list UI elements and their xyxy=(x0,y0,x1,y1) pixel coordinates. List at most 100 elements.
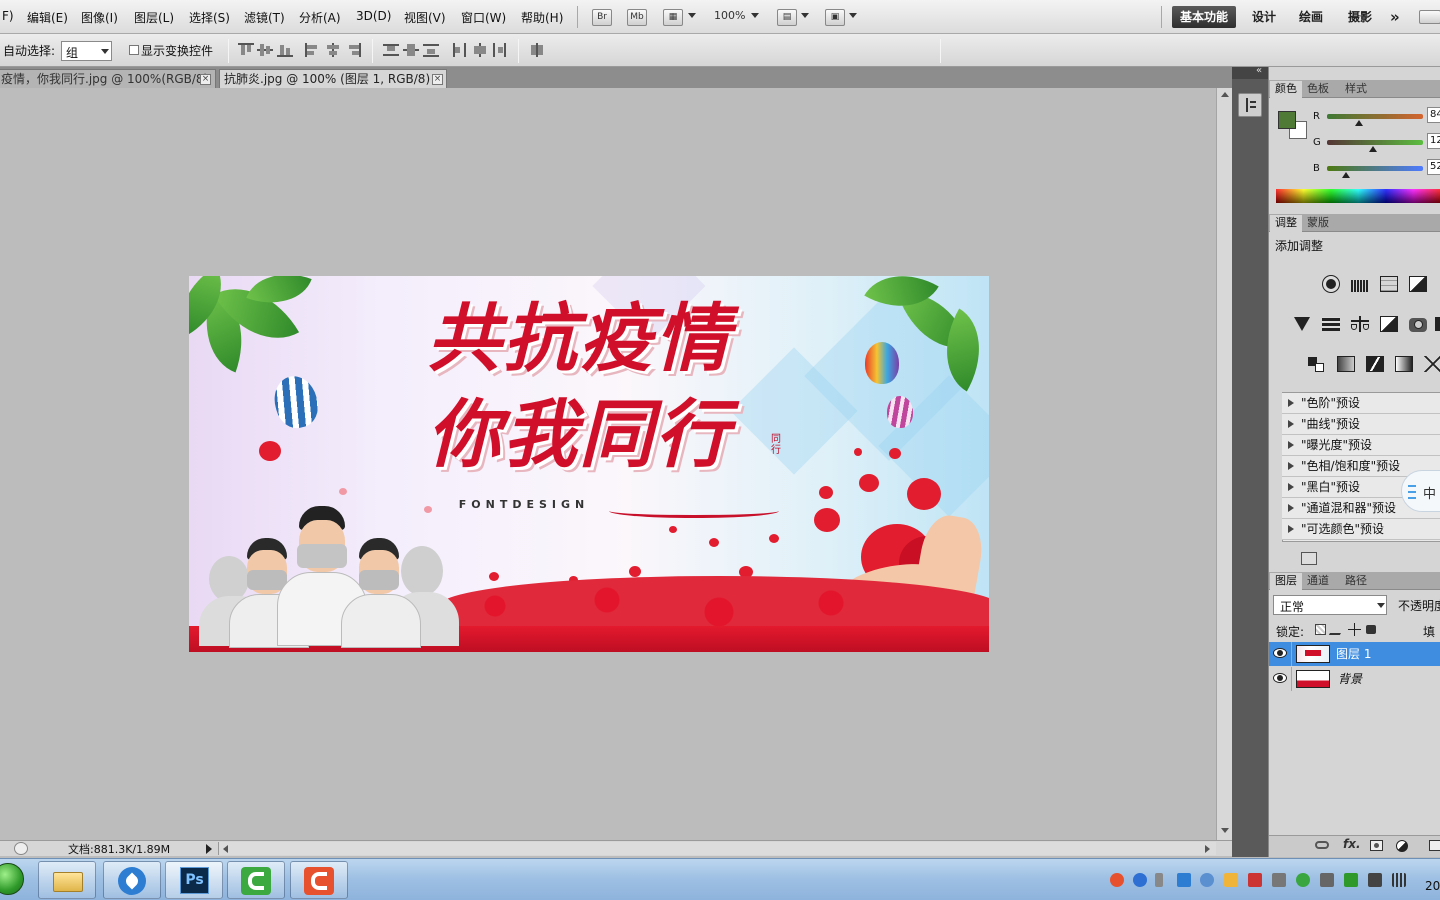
tab-color[interactable]: 颜色 xyxy=(1270,81,1302,98)
menu-filter[interactable]: 滤镜(T) xyxy=(244,9,285,26)
tab-paths[interactable]: 路径 xyxy=(1340,573,1372,590)
chevron-down-icon[interactable] xyxy=(849,13,857,18)
levels-icon[interactable] xyxy=(1349,274,1371,294)
preset-selective-color[interactable]: "可选颜色"预设 xyxy=(1282,519,1440,540)
channel-mixer-icon[interactable] xyxy=(1435,314,1440,334)
chevron-down-icon[interactable] xyxy=(801,13,809,18)
menu-help[interactable]: 帮助(H) xyxy=(521,9,563,26)
arrange-documents-button[interactable]: ▤ xyxy=(777,9,797,26)
wechat-icon[interactable] xyxy=(1296,873,1310,887)
menu-window[interactable]: 窗口(W) xyxy=(461,9,506,26)
minimize-window-button[interactable] xyxy=(1419,10,1440,24)
layer-row-background[interactable]: 背景 xyxy=(1269,667,1440,691)
tab-document-1[interactable]: 疫情，你我同行.jpg @ 100%(RGB/8) × xyxy=(0,69,216,88)
lock-all-icon[interactable] xyxy=(1366,625,1376,634)
tab-document-2[interactable]: 抗肺炎.jpg @ 100% (图层 1, RGB/8) * × xyxy=(219,69,447,88)
layer-style-icon[interactable]: fx. xyxy=(1343,837,1361,851)
usb-device-icon[interactable] xyxy=(1320,873,1334,887)
chevron-down-icon[interactable] xyxy=(751,13,759,18)
vertical-scrollbar[interactable] xyxy=(1216,88,1232,840)
chevron-down-icon[interactable] xyxy=(1377,603,1385,608)
new-adjustment-layer-icon[interactable] xyxy=(1396,840,1408,852)
screen-mode-button[interactable]: ▣ xyxy=(825,9,845,26)
ime-indicator[interactable]: 中 xyxy=(1401,470,1440,512)
close-icon[interactable]: × xyxy=(432,74,443,85)
menu-layer[interactable]: 图层(L) xyxy=(134,9,174,26)
network-signal-icon[interactable] xyxy=(1392,873,1406,887)
hue-saturation-icon[interactable] xyxy=(1320,314,1342,334)
document-image[interactable]: 共抗疫情 你我同行 同行 FONTDESIGN xyxy=(189,276,989,652)
menu-select[interactable]: 选择(S) xyxy=(189,9,230,26)
align-vcenter-icon[interactable] xyxy=(257,43,273,57)
clip-to-layer-icon[interactable] xyxy=(1301,552,1317,565)
align-left-icon[interactable] xyxy=(305,43,321,57)
menu-view[interactable]: 视图(V) xyxy=(404,9,446,26)
slider-g-thumb[interactable] xyxy=(1369,146,1378,152)
help-icon[interactable] xyxy=(1133,873,1147,887)
security-shield-icon[interactable] xyxy=(1344,873,1358,887)
status-options-icon[interactable] xyxy=(14,842,28,855)
workspace-painting[interactable]: 绘画 xyxy=(1291,6,1331,28)
foreground-color-swatch[interactable] xyxy=(1278,111,1296,129)
photoshop-button[interactable]: Ps xyxy=(165,861,223,899)
zoom-level[interactable]: 100% xyxy=(714,9,745,22)
input-b[interactable]: 52 xyxy=(1427,159,1440,175)
chevron-down-icon[interactable] xyxy=(101,49,109,54)
distribute-top-icon[interactable] xyxy=(383,43,399,57)
lock-transparent-icon[interactable] xyxy=(1315,624,1326,635)
align-bottom-icon[interactable] xyxy=(277,43,293,57)
tab-channels[interactable]: 通道 xyxy=(1302,573,1334,590)
auto-align-layers-icon[interactable] xyxy=(529,43,545,57)
vibrance-icon[interactable] xyxy=(1291,314,1313,334)
input-g[interactable]: 122 xyxy=(1427,133,1440,149)
more-workspaces-icon[interactable]: » xyxy=(1382,6,1408,28)
feather-app-button[interactable] xyxy=(103,861,161,899)
tray-app-icon[interactable] xyxy=(1177,873,1191,887)
tray-app-icon[interactable] xyxy=(1200,873,1214,887)
tab-swatches[interactable]: 色板 xyxy=(1302,81,1334,98)
distribute-bottom-icon[interactable] xyxy=(423,43,439,57)
tab-layers[interactable]: 图层 xyxy=(1270,573,1302,590)
preset-exposure[interactable]: "曝光度"预设 xyxy=(1282,435,1440,456)
horizontal-scrollbar[interactable] xyxy=(218,842,1216,855)
workspace-design[interactable]: 设计 xyxy=(1244,6,1284,28)
preset-levels[interactable]: "色阶"预设 xyxy=(1282,393,1440,414)
slider-r-thumb[interactable] xyxy=(1354,120,1363,126)
menu-3d[interactable]: 3D(D) xyxy=(356,9,391,23)
scroll-down-icon[interactable] xyxy=(1221,828,1229,833)
align-right-icon[interactable] xyxy=(345,43,361,57)
file-explorer-button[interactable] xyxy=(38,861,96,899)
tray-app-icon[interactable] xyxy=(1248,873,1262,887)
input-r[interactable]: 84 xyxy=(1427,107,1440,123)
black-white-icon[interactable] xyxy=(1378,314,1400,334)
workspace-essentials[interactable]: 基本功能 xyxy=(1172,6,1237,28)
distribute-right-icon[interactable] xyxy=(492,43,508,57)
tab-styles[interactable]: 样式 xyxy=(1340,81,1372,98)
new-group-icon[interactable] xyxy=(1429,840,1440,851)
align-top-icon[interactable] xyxy=(238,43,254,57)
slider-r[interactable] xyxy=(1327,114,1423,119)
eye-icon[interactable] xyxy=(1273,648,1287,658)
slider-b[interactable] xyxy=(1327,166,1423,171)
bridge-button[interactable]: Br xyxy=(592,9,612,26)
tray-folder-icon[interactable] xyxy=(1224,873,1238,887)
eye-icon[interactable] xyxy=(1273,673,1287,683)
selective-color-icon[interactable] xyxy=(1422,354,1440,374)
threshold-icon[interactable] xyxy=(1364,354,1386,374)
brightness-contrast-icon[interactable] xyxy=(1320,274,1342,294)
minibridge-button[interactable]: Mb xyxy=(627,9,647,26)
workspace-photography[interactable]: 摄影 xyxy=(1340,6,1380,28)
scroll-right-icon[interactable] xyxy=(1205,845,1210,853)
lock-pixels-icon[interactable] xyxy=(1328,624,1347,635)
tab-adjustments[interactable]: 调整 xyxy=(1270,215,1302,232)
photo-filter-icon[interactable] xyxy=(1407,314,1429,334)
curves-icon[interactable] xyxy=(1378,274,1400,294)
camtasia-button[interactable] xyxy=(227,861,285,899)
scroll-up-icon[interactable] xyxy=(1221,92,1229,97)
slider-g[interactable] xyxy=(1327,140,1423,145)
layer-row-layer1[interactable]: 图层 1 xyxy=(1269,642,1440,666)
tab-masks[interactable]: 蒙版 xyxy=(1302,215,1334,232)
preset-curves[interactable]: "曲线"预设 xyxy=(1282,414,1440,435)
gradient-map-icon[interactable] xyxy=(1393,354,1415,374)
status-menu-icon[interactable] xyxy=(206,844,212,854)
